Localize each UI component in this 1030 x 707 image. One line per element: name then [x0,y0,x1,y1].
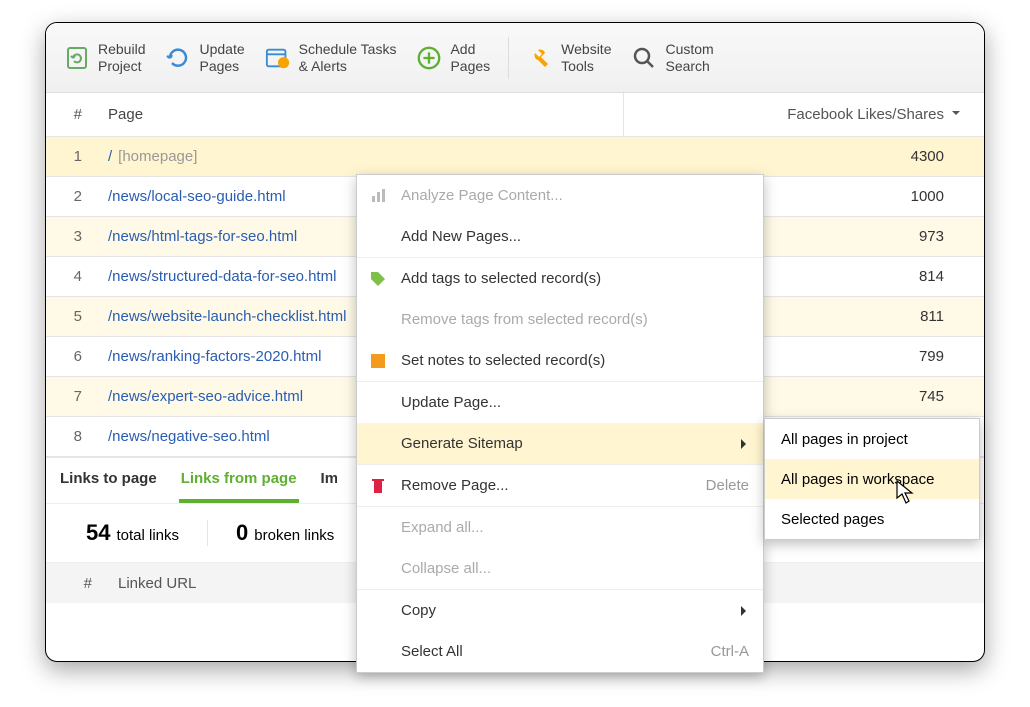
ctx-generate-sitemap[interactable]: Generate Sitemap [357,423,763,464]
row-number: 1 [46,148,96,165]
ctx-select-all[interactable]: Select All Ctrl-A [357,631,763,672]
row-number: 7 [46,388,96,405]
tab-images[interactable]: Images [319,458,337,503]
website-tools-button[interactable]: Website Tools [517,35,621,79]
page-link[interactable]: /news/structured-data-for-seo.html [108,268,336,285]
bar-chart-icon [369,187,387,205]
search-icon [631,45,657,71]
toolbar-label: Website Tools [561,41,611,73]
sub-col-number[interactable]: # [46,575,106,592]
add-pages-button[interactable]: Add Pages [406,35,500,79]
ctx-add-tags[interactable]: Add tags to selected record(s) [357,258,763,299]
ctx-add-new-pages[interactable]: Add New Pages... [357,216,763,257]
page-link[interactable]: / [108,148,112,165]
tab-links-to-page[interactable]: Links to page [58,458,159,503]
table-row[interactable]: 1 / [homepage] 4300 [46,137,984,177]
ctx-analyze-page: Analyze Page Content... [357,175,763,216]
context-menu: Analyze Page Content... Add New Pages...… [356,174,764,673]
row-page: / [homepage] [96,148,624,165]
schedule-tasks-button[interactable]: Schedule Tasks & Alerts [255,35,407,79]
row-number: 6 [46,348,96,365]
row-number: 5 [46,308,96,325]
ctx-update-page[interactable]: Update Page... [357,382,763,423]
toolbar-separator [508,37,509,79]
submenu-selected-pages[interactable]: Selected pages [765,499,979,539]
ctx-collapse-all: Collapse all... [357,548,763,589]
tag-icon [369,270,387,288]
tools-icon [527,45,553,71]
ctx-expand-all: Expand all... [357,507,763,548]
shortcut-label: Ctrl-A [711,643,749,660]
ctx-remove-page[interactable]: Remove Page... Delete [357,465,763,506]
row-number: 3 [46,228,96,245]
page-link[interactable]: /news/website-launch-checklist.html [108,308,346,325]
toolbar-label: Add Pages [450,41,490,73]
toolbar-label: Custom Search [665,41,713,73]
update-icon [165,45,191,71]
toolbar-label: Rebuild Project [98,41,145,73]
note-icon [369,352,387,370]
page-link[interactable]: /news/local-seo-guide.html [108,188,286,205]
submenu-all-pages-workspace[interactable]: All pages in workspace [765,459,979,499]
update-pages-button[interactable]: Update Pages [155,35,254,79]
sitemap-submenu: All pages in project All pages in worksp… [764,418,980,540]
page-link[interactable]: /news/expert-seo-advice.html [108,388,303,405]
page-note: [homepage] [118,148,197,165]
col-header-facebook[interactable]: Facebook Likes/Shares [624,106,984,123]
add-icon [416,45,442,71]
toolbar-label: Update Pages [199,41,244,73]
broken-links: 0broken links [208,520,363,546]
page-link[interactable]: /news/negative-seo.html [108,428,270,445]
col-header-page[interactable]: Page [96,106,623,123]
ctx-remove-tags: Remove tags from selected record(s) [357,299,763,340]
col-header-number[interactable]: # [46,106,96,123]
tab-links-from-page[interactable]: Links from page [179,458,299,503]
submenu-all-pages-project[interactable]: All pages in project [765,419,979,459]
page-link[interactable]: /news/html-tags-for-seo.html [108,228,297,245]
row-fb: 4300 [624,148,984,165]
schedule-icon [265,45,291,71]
rebuild-project-button[interactable]: Rebuild Project [54,35,155,79]
ctx-copy[interactable]: Copy [357,590,763,631]
rebuild-icon [64,45,90,71]
trash-icon [369,477,387,495]
toolbar-label: Schedule Tasks & Alerts [299,41,397,73]
ctx-set-notes[interactable]: Set notes to selected record(s) [357,340,763,381]
shortcut-label: Delete [706,477,749,494]
grid-header: # Page Facebook Likes/Shares [46,93,984,137]
row-number: 2 [46,188,96,205]
page-link[interactable]: /news/ranking-factors-2020.html [108,348,321,365]
row-number: 4 [46,268,96,285]
main-toolbar: Rebuild Project Update Pages Schedule Ta… [46,23,984,93]
custom-search-button[interactable]: Custom Search [621,35,723,79]
total-links: 54total links [58,520,208,546]
row-number: 8 [46,428,96,445]
